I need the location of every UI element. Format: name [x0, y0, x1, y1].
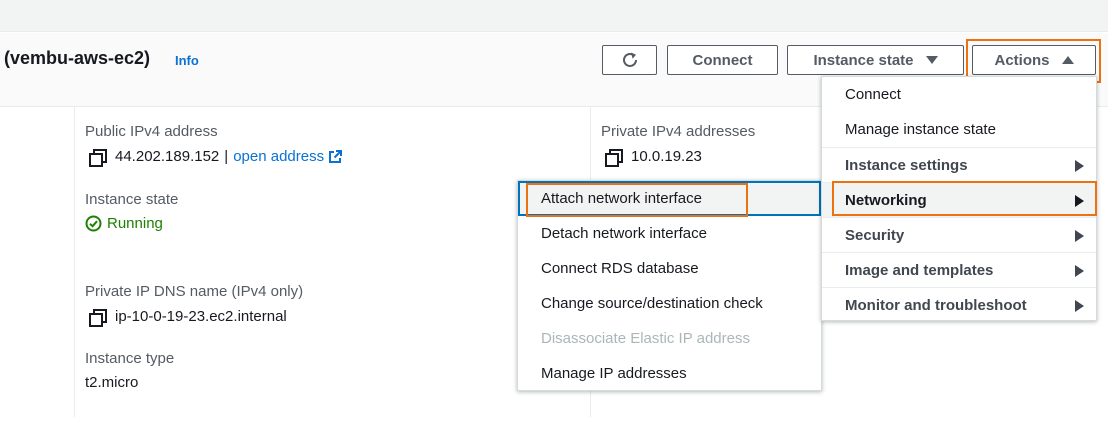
page-title: (vembu-aws-ec2) — [4, 48, 151, 68]
menu-item-label: Manage instance state — [845, 121, 996, 138]
separator: | — [224, 148, 229, 165]
check-circle-icon — [85, 215, 102, 232]
menu-item-instance-settings[interactable]: Instance settings — [822, 147, 1096, 182]
private-ipv4-value: 10.0.19.23 — [605, 148, 702, 167]
submenu-item-manage-ip-addresses[interactable]: Manage IP addresses — [518, 356, 821, 391]
top-strip — [0, 0, 1108, 32]
instance-state-value: Running — [85, 215, 163, 232]
menu-item-label: Networking — [845, 191, 927, 209]
chevron-right-icon — [1075, 160, 1084, 172]
chevron-right-icon — [1075, 195, 1084, 207]
submenu-item-label: Detach network interface — [541, 225, 707, 242]
refresh-icon — [622, 52, 637, 67]
submenu-item-disassociate-elastic-ip: Disassociate Elastic IP address — [518, 321, 821, 356]
chevron-right-icon — [1075, 300, 1084, 312]
menu-item-label: Connect — [845, 86, 901, 103]
open-address-link[interactable]: open address — [233, 148, 324, 165]
caret-down-icon — [925, 56, 938, 64]
private-ipv4-text: 10.0.19.23 — [631, 148, 702, 165]
menu-item-label: Instance settings — [845, 156, 968, 174]
menu-item-label: Monitor and troubleshoot — [845, 296, 1027, 314]
submenu-item-attach-network-interface[interactable]: Attach network interface — [518, 181, 821, 216]
public-ipv4-value: 44.202.189.152 | open address — [89, 148, 343, 167]
instance-type-label: Instance type — [85, 350, 175, 367]
private-dns-value: ip-10-0-19-23.ec2.internal — [89, 308, 287, 327]
public-ipv4-label: Public IPv4 address — [85, 123, 218, 140]
menu-item-label: Security — [845, 226, 905, 244]
networking-submenu: Attach network interface Detach network … — [517, 180, 822, 391]
submenu-item-label: Disassociate Elastic IP address — [541, 330, 750, 347]
column-divider — [74, 107, 75, 417]
private-dns-label: Private IP DNS name (IPv4 only) — [85, 283, 304, 300]
menu-item-connect[interactable]: Connect — [822, 77, 1096, 112]
menu-item-manage-instance-state[interactable]: Manage instance state — [822, 112, 1096, 147]
submenu-item-change-source-destination-check[interactable]: Change source/destination check — [518, 286, 821, 321]
menu-item-security[interactable]: Security — [822, 217, 1096, 252]
instance-state-button[interactable]: Instance state — [787, 45, 964, 75]
private-ipv4-label: Private IPv4 addresses — [601, 123, 756, 140]
menu-item-label: Image and templates — [845, 261, 994, 279]
submenu-item-label: Connect RDS database — [541, 260, 699, 277]
submenu-item-detach-network-interface[interactable]: Detach network interface — [518, 216, 821, 251]
connect-button-label: Connect — [692, 51, 753, 69]
copy-icon[interactable] — [605, 148, 623, 167]
external-link-icon[interactable] — [328, 149, 343, 164]
submenu-item-label: Manage IP addresses — [541, 365, 687, 382]
submenu-item-label: Change source/destination check — [541, 295, 763, 312]
instance-state-text: Running — [107, 215, 163, 232]
info-link[interactable]: Info — [175, 53, 199, 68]
copy-icon[interactable] — [89, 148, 107, 167]
submenu-item-label: Attach network interface — [541, 190, 702, 207]
submenu-item-connect-rds-database[interactable]: Connect RDS database — [518, 251, 821, 286]
menu-item-networking[interactable]: Networking — [822, 182, 1096, 217]
chevron-right-icon — [1075, 265, 1084, 277]
instance-state-button-label: Instance state — [813, 51, 914, 69]
connect-button[interactable]: Connect — [667, 45, 778, 75]
chevron-right-icon — [1075, 230, 1084, 242]
instance-type-value: t2.micro — [85, 374, 139, 391]
instance-state-label: Instance state — [85, 191, 179, 208]
copy-icon[interactable] — [89, 308, 107, 327]
public-ipv4-text: 44.202.189.152 — [115, 148, 220, 165]
menu-item-monitor-and-troubleshoot[interactable]: Monitor and troubleshoot — [822, 287, 1096, 322]
private-dns-text: ip-10-0-19-23.ec2.internal — [115, 308, 287, 325]
menu-item-image-and-templates[interactable]: Image and templates — [822, 252, 1096, 287]
actions-menu: Connect Manage instance state Instance s… — [821, 76, 1097, 321]
refresh-button[interactable] — [602, 45, 657, 75]
